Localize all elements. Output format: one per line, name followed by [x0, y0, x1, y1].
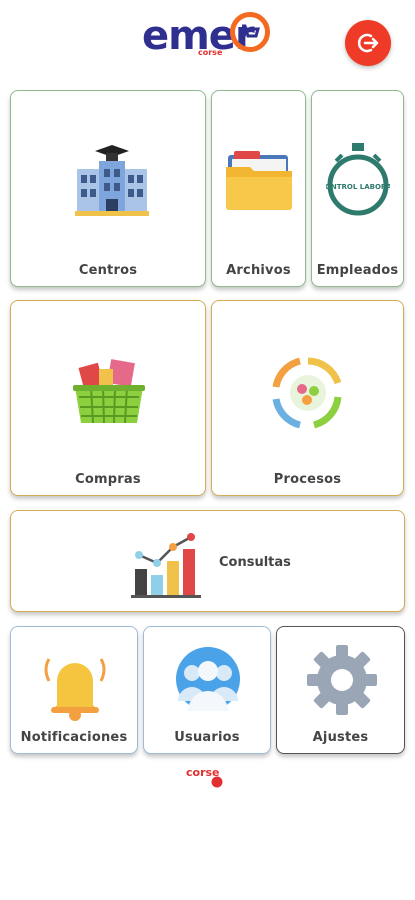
shopping-basket-icon — [73, 359, 145, 424]
tile-notificaciones[interactable]: Notificaciones — [10, 626, 138, 754]
tile-archivos-label: Archivos — [226, 263, 291, 278]
bar-chart-icon — [131, 533, 201, 598]
cart-icon — [230, 12, 270, 52]
tile-usuarios-label: Usuarios — [174, 730, 240, 745]
tile-empleados[interactable]: CONTROL LABORAL Empleados — [311, 90, 404, 287]
tile-ajustes-label: Ajustes — [312, 730, 369, 745]
tile-ajustes[interactable]: Ajustes — [276, 626, 405, 754]
tile-consultas-label: Consultas — [219, 555, 291, 570]
footer-logo: corse — [186, 766, 228, 790]
stopwatch-icon: CONTROL LABORAL — [326, 143, 390, 216]
bell-icon — [44, 658, 106, 721]
school-building-icon — [75, 145, 149, 216]
tile-procesos[interactable]: Procesos — [211, 300, 404, 496]
folder-icon — [226, 151, 292, 210]
logout-button[interactable] — [345, 20, 391, 66]
users-group-icon — [176, 647, 240, 711]
logout-icon — [357, 33, 379, 53]
tile-centros[interactable]: Centros — [10, 90, 206, 287]
tile-usuarios[interactable]: Usuarios — [143, 626, 271, 754]
process-cycle-icon — [272, 357, 342, 429]
tile-archivos[interactable]: Archivos — [211, 90, 306, 287]
tile-compras[interactable]: Compras — [10, 300, 206, 496]
tile-consultas[interactable]: Consultas — [10, 510, 405, 612]
gear-icon — [307, 645, 377, 715]
control-laboral-text: CONTROL LABORAL — [326, 183, 390, 191]
tile-notificaciones-label: Notificaciones — [20, 730, 128, 745]
tile-compras-label: Compras — [75, 472, 141, 487]
tile-empleados-label: Empleados — [316, 263, 399, 278]
tile-centros-label: Centros — [78, 263, 138, 278]
app-logo: emer corse — [142, 10, 274, 68]
globe-icon — [211, 776, 223, 788]
tile-procesos-label: Procesos — [273, 472, 342, 487]
logo-subtext: corse — [198, 48, 223, 57]
